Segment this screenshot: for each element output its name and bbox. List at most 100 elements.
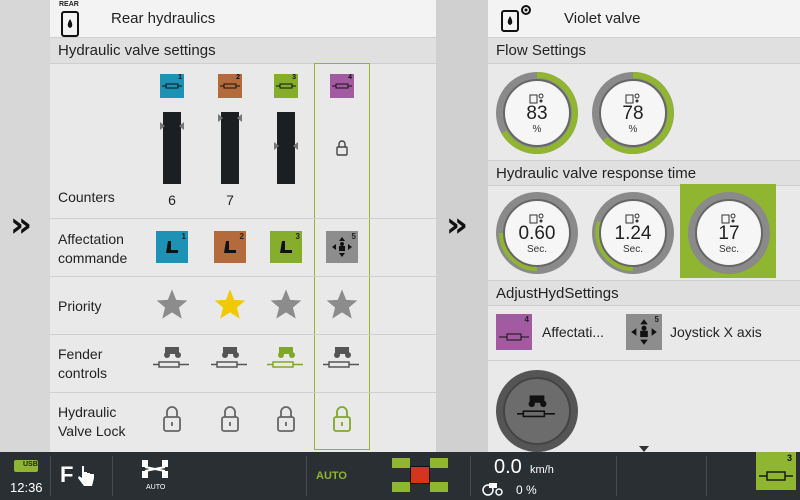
joystick-cross-icon [332, 237, 352, 257]
section-title: Hydraulic valve settings [50, 38, 436, 64]
flow-icon [625, 93, 640, 103]
violet-valve-panel: Violet valve Flow Settings 83 % 78 % Hyd… [488, 0, 800, 452]
lock-label-line1: Hydraulic [58, 404, 117, 420]
response-value: 1.24 [614, 222, 652, 244]
counters-label: Counters [58, 189, 115, 205]
affectation-valve-icon[interactable]: 4 [496, 314, 532, 350]
clock: 12:36 [10, 480, 43, 495]
response-icon [529, 213, 544, 223]
response-gauge-1[interactable]: 0.60 Sec. [496, 192, 578, 274]
expand-left-chevron-icon[interactable]: ›› [10, 208, 32, 242]
priority-star-3-icon[interactable] [266, 288, 306, 320]
valve-number: 4 [524, 315, 529, 324]
response-gauge-3[interactable]: 17 Sec. [688, 192, 770, 274]
fender-control-2-icon[interactable] [210, 344, 250, 372]
usb-icon: USB [14, 460, 38, 472]
joystick-label[interactable]: Joystick X axis [670, 324, 762, 340]
rear-label: REAR [59, 0, 79, 8]
slip-value: 0 % [516, 483, 537, 497]
valve-lock-1-icon[interactable] [152, 405, 192, 433]
seat-lever-icon [166, 241, 178, 253]
flow-unit: % [628, 123, 638, 135]
affectation-label-line2: commande [58, 250, 128, 266]
active-valve-button[interactable]: 3 [756, 452, 796, 490]
valve-number: 3 [292, 74, 296, 81]
fender-control-3-icon[interactable] [266, 344, 306, 372]
valve-lock-4-icon[interactable] [322, 405, 362, 433]
panel-header: Violet valve [488, 0, 800, 38]
panel-title: Violet valve [564, 10, 641, 27]
fender-control-dial[interactable] [496, 370, 578, 452]
affectation-number: 5 [351, 232, 356, 241]
fender-control-4-icon[interactable] [322, 344, 362, 372]
valve-3-bar[interactable] [274, 112, 298, 184]
valve-2-bar[interactable] [218, 112, 242, 184]
auto-small-label: AUTO [146, 484, 166, 491]
lock-label: Hydraulic Valve Lock [58, 403, 125, 441]
status-bar: USB 12:36 F AUTO AUTO 0.0 km/h 0 % 3 [0, 452, 800, 500]
flow-gauge-1[interactable]: 83 % [496, 72, 578, 154]
response-value: 17 [718, 222, 740, 244]
counter-value-2: 7 [226, 192, 234, 208]
valve-number: 2 [236, 74, 240, 81]
rear-hydraulics-icon: REAR [50, 0, 90, 38]
rear-hydraulics-panel: REAR Rear hydraulics Hydraulic valve set… [50, 0, 436, 452]
auto-mode-label[interactable]: AUTO [316, 470, 347, 482]
response-unit: Sec. [526, 243, 547, 255]
priority-star-1-icon[interactable] [152, 288, 192, 320]
lock-label-line2: Valve Lock [58, 423, 126, 439]
affectation-number: 3 [295, 232, 300, 241]
touch-hand-icon[interactable] [76, 464, 96, 488]
expand-right-chevron-icon[interactable]: ›› [446, 208, 468, 242]
affectation-label-line1: Affectation [58, 231, 124, 247]
affectation-label[interactable]: Affectati... [542, 324, 604, 340]
panel-title: Rear hydraulics [111, 10, 216, 27]
response-gauge-2[interactable]: 1.24 Sec. [592, 192, 674, 274]
fender-label: Fender controls [58, 345, 107, 383]
affectation-1-button[interactable]: 1 [152, 231, 192, 263]
adjust-settings-title: AdjustHydSettings [488, 280, 800, 306]
flow-gauge-2[interactable]: 78 % [592, 72, 674, 154]
affectation-number: 2 [239, 232, 244, 241]
response-value: 0.60 [518, 222, 556, 244]
function-key-label[interactable]: F [60, 462, 73, 488]
flow-value: 78 [622, 102, 644, 124]
response-unit: Sec. [622, 243, 643, 255]
tractor-topview-icon[interactable] [390, 458, 450, 492]
axle-auto-icon[interactable] [140, 458, 170, 480]
priority-star-2-icon[interactable] [210, 288, 250, 320]
priority-star-4-icon[interactable] [322, 288, 362, 320]
panel-header: REAR Rear hydraulics [50, 0, 436, 38]
priority-label: Priority [58, 298, 102, 314]
affectation-3-button[interactable]: 3 [266, 231, 306, 263]
response-icon [721, 213, 736, 223]
valve-1-bar[interactable] [160, 112, 184, 184]
seat-lever-icon [224, 241, 236, 253]
affectation-5-button[interactable]: 5 [322, 231, 362, 263]
active-valve-number: 3 [786, 453, 792, 463]
speed-value: 0.0 [494, 456, 522, 478]
counter-value-1: 6 [168, 192, 176, 208]
valve-lock-2-icon[interactable] [210, 405, 250, 433]
affectation-label: Affectation commande [58, 230, 127, 268]
response-icon [625, 213, 640, 223]
fender-label-line1: Fender [58, 346, 103, 362]
valve-2-icon[interactable]: 2 [210, 74, 250, 98]
valve-number: 1 [178, 74, 182, 81]
response-unit: Sec. [718, 243, 739, 255]
valve-4-lock-icon [322, 140, 362, 156]
valve-lock-3-icon[interactable] [266, 405, 306, 433]
valve-settings-icon [488, 0, 531, 38]
valve-4-icon[interactable]: 4 [322, 74, 362, 98]
seat-lever-icon [280, 241, 292, 253]
affectation-2-button[interactable]: 2 [210, 231, 250, 263]
affectation-number: 1 [181, 232, 186, 241]
usb-label: USB [23, 461, 38, 468]
fender-icon [517, 395, 555, 418]
valve-3-icon[interactable]: 3 [266, 74, 306, 98]
joystick-icon[interactable]: 5 [626, 314, 662, 350]
fender-label-line2: controls [58, 365, 108, 381]
speed-unit: km/h [530, 464, 554, 476]
valve-1-icon[interactable]: 1 [152, 74, 192, 98]
fender-control-1-icon[interactable] [152, 344, 192, 372]
